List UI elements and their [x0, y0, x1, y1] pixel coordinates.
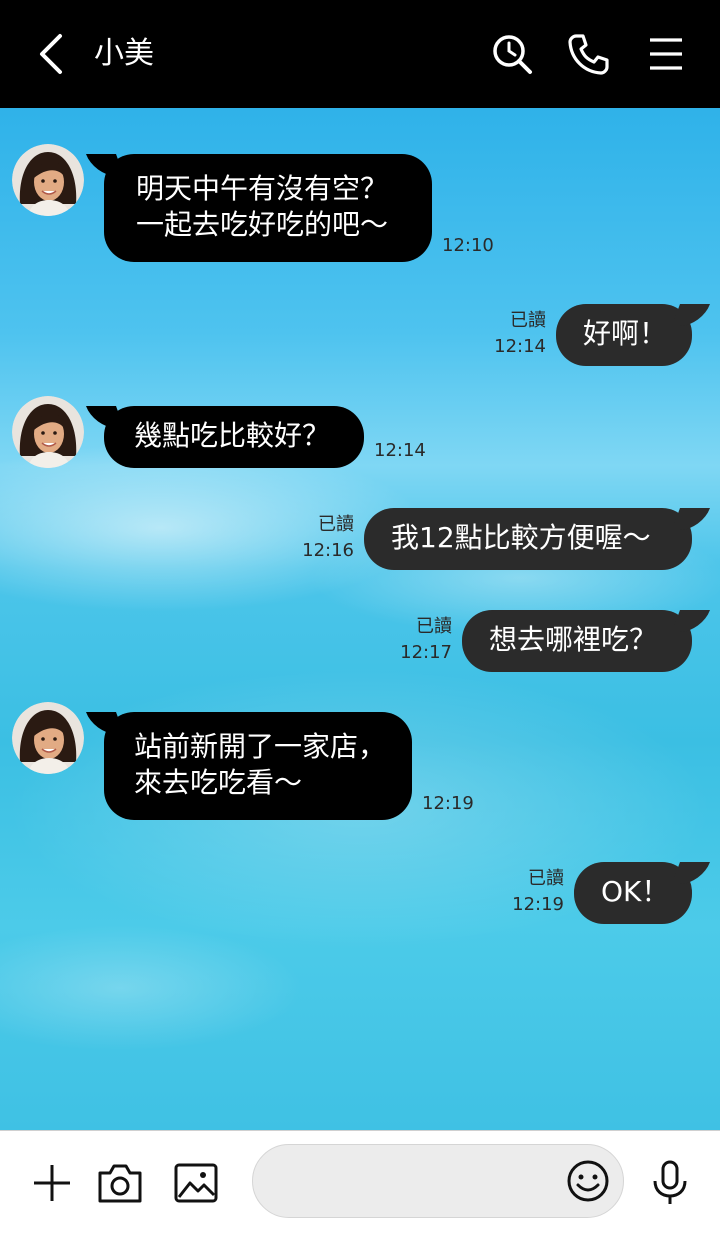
message-time: 12:19: [512, 894, 564, 915]
message-text-line: 來去吃吃看～: [134, 766, 303, 799]
read-receipt: 已讀 12:17: [398, 614, 452, 666]
message-bubble-outgoing[interactable]: 想去哪裡吃？: [462, 610, 692, 672]
message-time: 12:16: [302, 540, 354, 561]
message-bubble-outgoing[interactable]: OK！: [574, 862, 692, 924]
message-text-line: 一起去吃好吃的吧～: [136, 208, 389, 241]
friend-avatar[interactable]: [12, 396, 84, 468]
read-status: 已讀: [528, 868, 564, 889]
camera-icon[interactable]: [96, 1159, 144, 1207]
chat-title: 小美: [94, 36, 154, 71]
read-status: 已讀: [416, 616, 452, 637]
message-text-line: 好啊！: [583, 317, 668, 350]
microphone-icon[interactable]: [646, 1159, 694, 1207]
message-bubble-incoming[interactable]: 站前新開了一家店， 來去吃吃看～: [104, 712, 412, 820]
message-text-line: 想去哪裡吃？: [489, 623, 658, 656]
chat-header: 小美: [0, 0, 720, 108]
search-history-icon[interactable]: [490, 32, 534, 76]
back-chevron-icon[interactable]: [30, 30, 74, 78]
read-receipt: 已讀 12:16: [300, 512, 354, 564]
message-time: 12:17: [400, 642, 452, 663]
message-time: 12:14: [494, 336, 546, 357]
message-text-line: OK！: [601, 875, 670, 908]
phone-icon[interactable]: [566, 32, 610, 76]
message-bubble-incoming[interactable]: 明天中午有沒有空？ 一起去吃好吃的吧～: [104, 154, 432, 262]
emoji-icon[interactable]: [566, 1159, 610, 1203]
message-time: 12:10: [442, 235, 494, 256]
menu-icon[interactable]: [644, 32, 688, 76]
chat-area[interactable]: 明天中午有沒有空？ 一起去吃好吃的吧～ 12:10 已讀 12:14 好啊！ 幾…: [0, 108, 720, 1130]
friend-avatar[interactable]: [12, 144, 84, 216]
message-text-line: 幾點吃比較好？: [134, 419, 331, 452]
message-text-line: 我12點比較方便喔～: [391, 521, 651, 554]
read-receipt: 已讀 12:19: [510, 866, 564, 918]
plus-icon[interactable]: [28, 1159, 76, 1207]
read-receipt: 已讀 12:14: [494, 308, 546, 360]
message-bubble-incoming[interactable]: 幾點吃比較好？: [104, 406, 364, 468]
message-bubble-outgoing[interactable]: 我12點比較方便喔～: [364, 508, 692, 570]
message-bubble-outgoing[interactable]: 好啊！: [556, 304, 692, 366]
read-status: 已讀: [318, 514, 354, 535]
image-icon[interactable]: [172, 1159, 220, 1207]
message-time: 12:14: [374, 440, 426, 461]
message-input-bar: [0, 1130, 720, 1233]
friend-avatar[interactable]: [12, 702, 84, 774]
message-text-line: 站前新開了一家店，: [134, 730, 387, 763]
message-time: 12:19: [422, 793, 474, 814]
read-status: 已讀: [510, 310, 546, 331]
message-text-line: 明天中午有沒有空？: [136, 172, 389, 205]
